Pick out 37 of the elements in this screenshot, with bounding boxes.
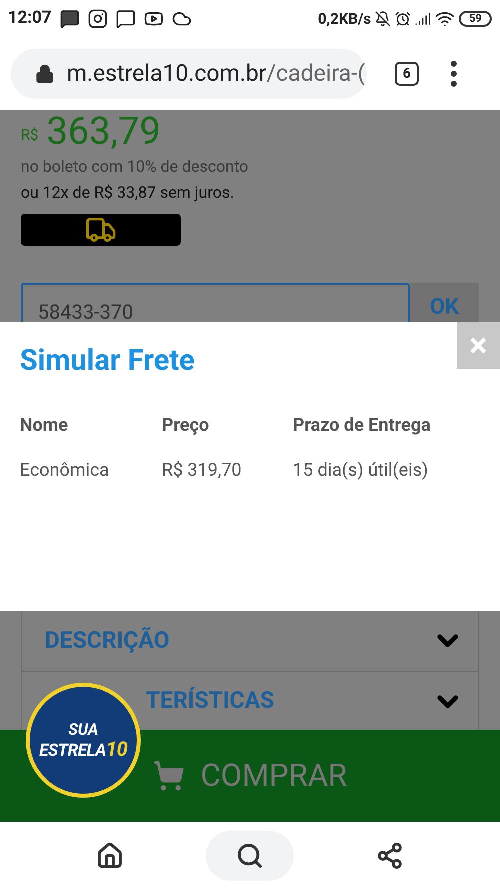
installments-text: ou 12x de R$ 33,87 sem juros. [21,182,236,204]
home-icon [96,842,124,870]
search-icon [236,842,264,870]
table-cell-text: Econômica [20,458,110,482]
alarm-icon [395,11,412,27]
chat-icon [116,9,136,29]
close-button[interactable]: × [457,322,500,369]
shipping-button[interactable] [21,214,181,246]
network-speed: 0,2KB/s [318,8,372,30]
share-icon [376,842,404,870]
price-text: 363,79 [46,112,161,152]
modal-title: Simular Frete [20,343,195,380]
boleto-note: no boleto com 10% de desconto [21,156,250,178]
tab-count-button[interactable]: 6 [395,62,419,86]
cart-icon [152,760,185,792]
section-label: DESCRIÇÃO [45,626,170,656]
table-cell-text: R$ 319,70 [162,458,243,482]
column-header: Preço [162,414,210,438]
url-text: m.estrela10.com.br/cadeira-( [67,58,366,89]
message-icon [60,9,80,29]
camera-icon [88,9,108,29]
column-header: Prazo de Entrega [293,414,432,438]
logo-brand-text: ESTRELA10 [39,738,128,760]
clock-time: 12:07 [8,7,52,30]
lock-icon [35,64,55,84]
column-header: Nome [20,414,70,438]
battery-level: 59 [459,11,492,27]
bell-off-icon [375,11,392,27]
section-label: TERÍSTICAS [146,686,274,716]
search-button[interactable] [206,830,294,880]
menu-icon[interactable] [451,61,457,87]
currency-label: R$ [21,124,39,146]
ok-button[interactable]: OK [410,283,479,322]
table-cell-text: 15 dia(s) útil(eis) [293,458,430,482]
accordion-header[interactable]: DESCRIÇÃO [22,611,478,671]
signal-icon [415,11,432,27]
address-bar[interactable]: m.estrela10.com.br/cadeira-( [11,49,367,99]
